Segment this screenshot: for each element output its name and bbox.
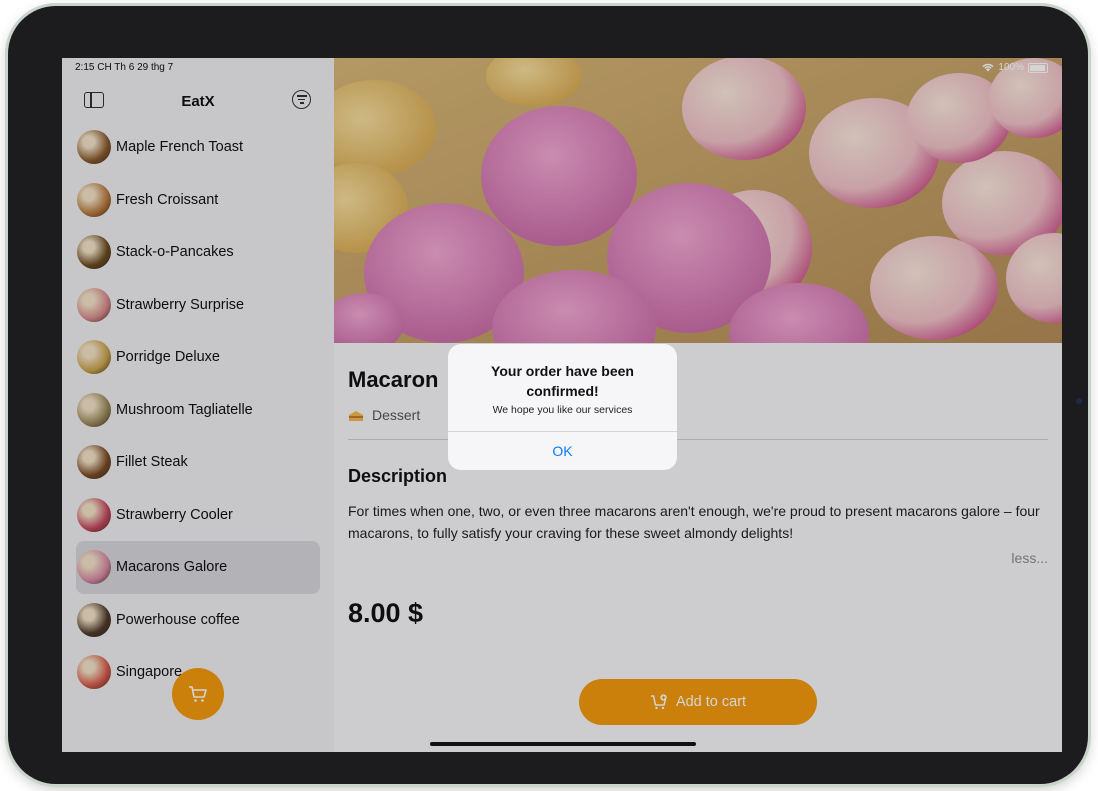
alert-ok-button[interactable]: OK bbox=[448, 432, 677, 470]
screen: 2:15 CH Th 6 29 thg 7 100% EatX Maple Fr… bbox=[62, 58, 1062, 752]
home-indicator[interactable] bbox=[430, 742, 696, 746]
ipad-frame: 2:15 CH Th 6 29 thg 7 100% EatX Maple Fr… bbox=[8, 6, 1088, 784]
order-confirmed-alert: Your order have been confirmed! We hope … bbox=[448, 344, 677, 470]
camera-dot bbox=[1076, 398, 1082, 404]
alert-title: Your order have been confirmed! bbox=[491, 363, 634, 399]
alert-message: We hope you like our services bbox=[492, 404, 633, 416]
